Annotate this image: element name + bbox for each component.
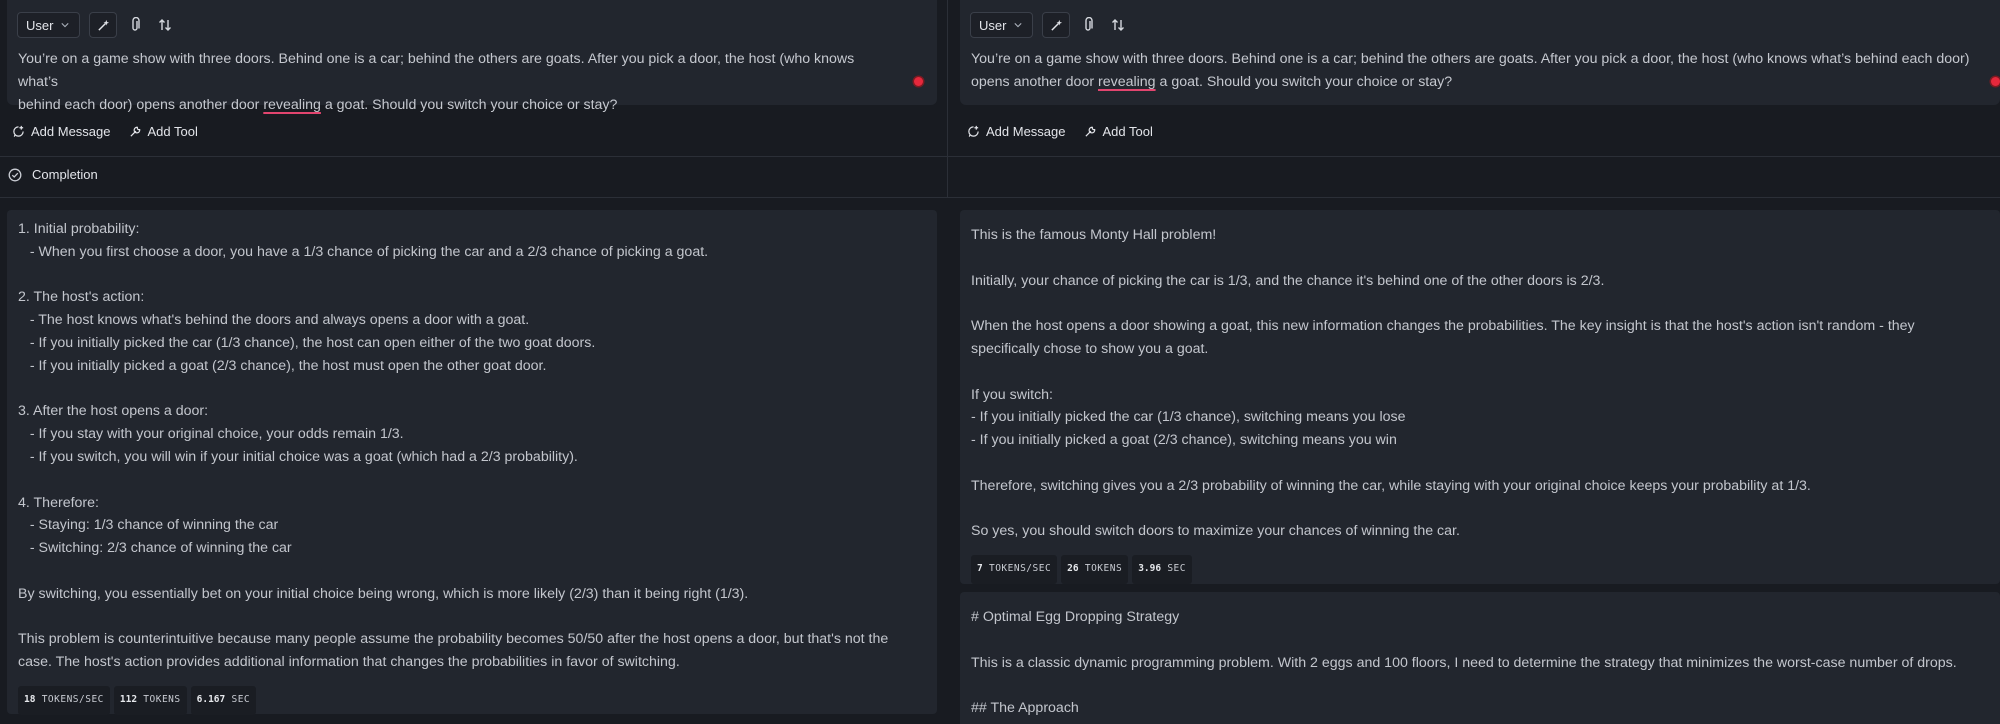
response-line: - If you stay with your original choice,…: [18, 426, 404, 443]
response-text: 1. Initial probability: - When you first…: [18, 218, 926, 674]
prompt-text[interactable]: You’re on a game show with three doors. …: [18, 48, 897, 117]
sort-arrows-icon: [159, 19, 172, 31]
attach-button[interactable]: [126, 13, 146, 37]
left-response-card: 1. Initial probability: - When you first…: [7, 210, 937, 715]
response-line: 2. The host's action:: [18, 289, 145, 306]
add-message-button[interactable]: Add Message: [12, 124, 111, 139]
response-line: - If you switch, you will win if your in…: [18, 448, 578, 465]
attach-button[interactable]: [1079, 13, 1099, 37]
paperclip-icon: [132, 17, 141, 31]
response-line: - If you initially picked the car (1/3 c…: [971, 409, 1406, 426]
response-stats: 7 TOKENS/SEC 26 TOKENS 3.96 SEC: [971, 555, 1989, 584]
response-line: So yes, you should switch doors to maxim…: [971, 523, 1460, 540]
response-line: Therefore, switching gives you a 2/3 pro…: [971, 477, 1811, 494]
separator: [0, 197, 2000, 198]
response-line: [18, 264, 926, 287]
add-message-icon: [968, 125, 979, 137]
response-line: This problem is counterintuitive because…: [18, 631, 889, 648]
add-row: Add Message Add Tool: [12, 124, 198, 139]
response-line: - Switching: 2/3 chance of winning the c…: [18, 540, 292, 557]
role-select[interactable]: User: [17, 12, 81, 38]
magic-wand-button[interactable]: [89, 12, 118, 38]
response-line: - The host knows what's behind the doors…: [18, 312, 530, 329]
message-toolbar: User: [970, 12, 1128, 38]
response-line: [971, 361, 1989, 384]
response-line: When the host opens a door showing a goa…: [971, 318, 1915, 335]
message-toolbar: User: [17, 12, 175, 38]
response-line: If you switch:: [971, 386, 1054, 403]
prompt-text[interactable]: You’re on a game show with three doors. …: [971, 48, 1986, 94]
chevron-down-icon: [61, 23, 70, 28]
separator: [0, 156, 2000, 157]
tokens-per-sec-chip: 7 TOKENS/SEC: [971, 555, 1058, 584]
add-row: Add Message Add Tool: [967, 124, 1153, 139]
paperclip-icon: [1085, 17, 1094, 31]
response-line: [18, 606, 926, 629]
role-select[interactable]: User: [970, 12, 1034, 38]
response-line: 3. After the host opens a door:: [18, 403, 209, 420]
magic-wand-button[interactable]: [1042, 12, 1071, 38]
spellcheck-word: revealing: [1098, 74, 1156, 90]
response-line: [971, 629, 1989, 652]
response-text: This is the famous Monty Hall problem! In…: [971, 224, 1989, 543]
response-line: [971, 292, 1989, 315]
column-divider: [947, 0, 948, 197]
completion-header: Completion: [8, 167, 98, 182]
add-message-button[interactable]: Add Message: [967, 124, 1066, 139]
seconds-chip: 6.167 SEC: [190, 685, 257, 715]
user-message-card[interactable]: User You’re on a game show with three do…: [7, 0, 937, 113]
response-line: This is the famous Monty Hall problem!: [971, 227, 1217, 243]
add-tool-button[interactable]: Add Tool: [1084, 124, 1153, 139]
magic-wand-icon: [98, 19, 110, 31]
response-stats: 18 TOKENS/SEC 112 TOKENS 6.167 SEC: [18, 685, 926, 715]
wrench-icon: [129, 126, 140, 137]
sort-arrows-icon: [1112, 19, 1125, 31]
right-response-card-2: # Optimal Egg Dropping Strategy This is a…: [960, 592, 2000, 724]
response-line: specifically chose to show you a goat.: [971, 340, 1209, 357]
response-line: [18, 560, 926, 583]
status-dot: [914, 77, 923, 86]
response-line: ## The Approach: [971, 700, 1079, 717]
right-response-card: This is the famous Monty Hall problem! In…: [960, 210, 2000, 584]
response-line: [18, 378, 926, 401]
tokens-per-sec-chip: 18 TOKENS/SEC: [18, 685, 110, 715]
response-line: - If you initially picked a goat (2/3 ch…: [18, 357, 547, 374]
response-line: By switching, you essentially bet on you…: [18, 585, 749, 602]
sort-button[interactable]: [155, 13, 175, 37]
response-line: Initially, your chance of picking the ca…: [971, 272, 1605, 289]
add-tool-button[interactable]: Add Tool: [129, 124, 198, 139]
response-line: [18, 469, 926, 492]
response-line: [971, 452, 1989, 475]
response-text: # Optimal Egg Dropping Strategy This is a…: [971, 606, 1989, 720]
sort-button[interactable]: [1108, 13, 1128, 37]
role-label: User: [979, 17, 1007, 33]
response-line: - If you initially picked a goat (2/3 ch…: [971, 432, 1397, 449]
tokens-chip: 26 TOKENS: [1061, 555, 1129, 584]
check-circle-icon: [8, 168, 22, 181]
response-line: - When you first choose a door, you have…: [18, 243, 709, 260]
response-line: 1. Initial probability:: [18, 221, 140, 237]
add-message-icon: [13, 125, 24, 137]
response-line: [971, 674, 1989, 697]
role-label: User: [26, 17, 54, 33]
response-line: This is a classic dynamic programming pr…: [971, 654, 1957, 671]
response-line: - Staying: 1/3 chance of winning the car: [18, 517, 279, 534]
response-line: 4. Therefore:: [18, 494, 99, 511]
completion-label: Completion: [32, 167, 98, 182]
response-line: [971, 498, 1989, 521]
tokens-chip: 112 TOKENS: [113, 685, 187, 715]
response-line: case. The host's action provides additio…: [18, 654, 680, 671]
response-line: # Optimal Egg Dropping Strategy: [971, 609, 1180, 625]
status-dot: [1991, 77, 2000, 86]
user-message-card[interactable]: User You’re on a game show with three do…: [960, 0, 2000, 105]
chevron-down-icon: [1014, 23, 1023, 28]
response-line: - If you initially picked the car (1/3 c…: [18, 334, 596, 351]
magic-wand-icon: [1051, 19, 1063, 31]
seconds-chip: 3.96 SEC: [1132, 555, 1192, 584]
spellcheck-word: revealing: [263, 97, 321, 113]
response-line: [971, 247, 1989, 270]
wrench-icon: [1084, 126, 1095, 137]
